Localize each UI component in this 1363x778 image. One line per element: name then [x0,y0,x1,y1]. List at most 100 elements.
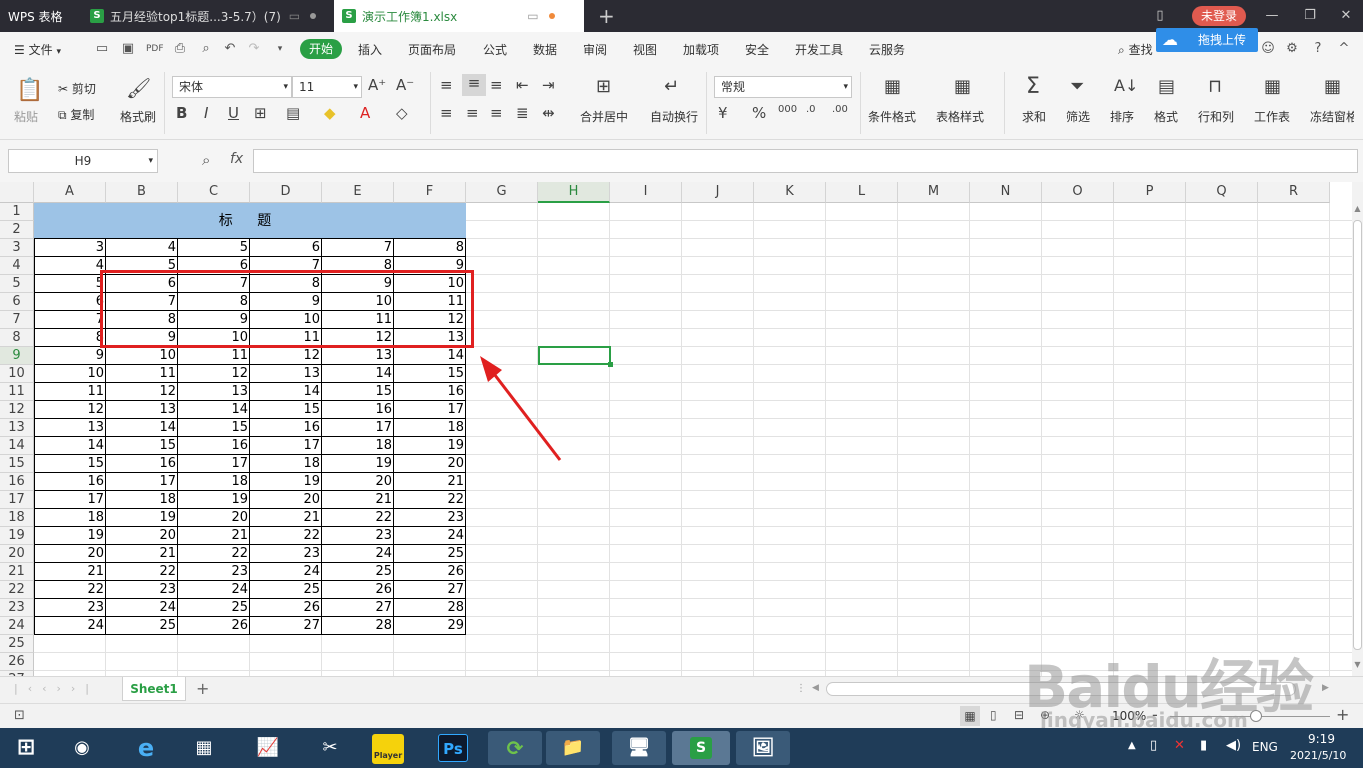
cut-button[interactable]: ✂ 剪切 [58,80,96,97]
login-button[interactable]: 未登录 [1192,6,1246,26]
table-cell[interactable]: 27 [322,599,394,617]
row-header-5[interactable]: 5 [0,275,34,293]
wps-spreadsheet-icon[interactable]: S [672,731,730,765]
table-cell[interactable]: 10 [34,365,106,383]
table-cell[interactable]: 8 [34,329,106,347]
macro-icon[interactable]: ⊡ [14,708,25,723]
table-cell[interactable]: 20 [178,509,250,527]
table-cell[interactable]: 14 [250,383,322,401]
row-header-12[interactable]: 12 [0,401,34,419]
row-header-21[interactable]: 21 [0,563,34,581]
table-cell[interactable]: 24 [34,617,106,635]
table-cell[interactable]: 13 [34,419,106,437]
align-left-icon[interactable]: ≡ [440,104,453,122]
column-header-i[interactable]: I [610,182,682,203]
table-cell[interactable]: 15 [178,419,250,437]
file-menu[interactable]: ☰ 文件 ▾ [14,41,61,58]
justify-icon[interactable]: ≣ [516,104,529,122]
row-header-8[interactable]: 8 [0,329,34,347]
settings-icon[interactable]: ⚙ [1284,41,1300,57]
pdf-icon[interactable]: PDF [146,41,164,57]
table-cell[interactable]: 16 [34,473,106,491]
clock-time[interactable]: 9:19 [1308,732,1335,746]
table-cell[interactable]: 14 [178,401,250,419]
sum-icon[interactable]: Σ [1026,74,1040,99]
worksheet-icon[interactable]: ▦ [1264,76,1281,97]
increase-decimal-icon[interactable]: .0 [806,104,816,115]
tab-developer[interactable]: 开发工具 [795,41,843,58]
table-cell[interactable]: 6 [34,293,106,311]
row-col-icon[interactable]: ⊓ [1208,76,1222,97]
vertical-scrollbar[interactable]: ▲ ▼ [1352,182,1363,676]
sort-icon[interactable]: A↓ [1114,76,1138,95]
table-cell[interactable]: 19 [178,491,250,509]
tab-formula[interactable]: 公式 [483,41,507,58]
row-col-button[interactable]: 行和列 [1198,108,1234,125]
table-cell[interactable]: 26 [394,563,466,581]
table-cell[interactable]: 19 [250,473,322,491]
table-cell[interactable]: 14 [322,365,394,383]
scroll-thumb[interactable] [1353,220,1362,650]
row-header-23[interactable]: 23 [0,599,34,617]
open-folder-icon[interactable]: ▭ [94,41,110,57]
paste-icon[interactable]: 📋 [16,78,43,103]
table-cell[interactable]: 15 [394,365,466,383]
merged-title-cell[interactable]: 标 题 [34,203,466,239]
font-size-select[interactable]: 11 ▾ [292,76,362,98]
table-cell[interactable]: 24 [394,527,466,545]
file-explorer-icon[interactable]: 📁 [546,731,600,765]
table-cell[interactable]: 21 [34,563,106,581]
table-cell[interactable]: 23 [178,563,250,581]
corner-select-all[interactable] [0,182,34,203]
table-cell[interactable]: 25 [394,545,466,563]
photoshop-icon[interactable]: Ps [438,734,468,762]
table-cell[interactable]: 23 [34,599,106,617]
column-header-e[interactable]: E [322,182,394,203]
table-cell[interactable]: 6 [250,239,322,257]
collapse-icon[interactable]: ^ [1336,41,1352,57]
row-header-11[interactable]: 11 [0,383,34,401]
redo-icon[interactable]: ↷ [246,41,262,57]
table-cell[interactable]: 14 [394,347,466,365]
align-top-icon[interactable]: ≡ [440,76,453,94]
align-middle-icon[interactable]: ≡ [462,74,486,96]
table-cell[interactable]: 21 [394,473,466,491]
column-header-g[interactable]: G [466,182,538,203]
table-cell[interactable]: 5 [34,275,106,293]
table-cell[interactable]: 23 [250,545,322,563]
underline-icon[interactable]: U [228,104,239,122]
row-header-14[interactable]: 14 [0,437,34,455]
filter-button[interactable]: 筛选 [1066,108,1090,125]
sheet-nav-icon[interactable]: |‹‹››| [14,682,99,695]
table-cell[interactable]: 17 [106,473,178,491]
input-language[interactable]: ENG [1252,740,1278,754]
table-cell[interactable]: 21 [322,491,394,509]
wrap-text-icon[interactable]: ↵ [664,76,679,97]
scroll-right-icon[interactable]: ▶ [1322,683,1329,693]
tab-start[interactable]: 开始 [300,39,342,59]
indent-decrease-icon[interactable]: ⇤ [516,76,529,94]
row-header-13[interactable]: 13 [0,419,34,437]
table-cell[interactable]: 20 [394,455,466,473]
tray-expand-icon[interactable]: ▲ [1128,740,1136,751]
format-button[interactable]: 格式 [1154,108,1178,125]
column-header-k[interactable]: K [754,182,826,203]
table-cell[interactable]: 15 [106,437,178,455]
minimize-icon[interactable]: — [1262,6,1282,26]
hscroll-separator-icon[interactable]: ⋮ [796,683,806,694]
table-cell[interactable]: 11 [178,347,250,365]
table-cell[interactable]: 14 [34,437,106,455]
row-header-19[interactable]: 19 [0,527,34,545]
row-header-16[interactable]: 16 [0,473,34,491]
row-header-3[interactable]: 3 [0,239,34,257]
formula-input[interactable] [253,149,1358,173]
find-button[interactable]: ⌕ 查找 [1118,41,1153,58]
row-header-17[interactable]: 17 [0,491,34,509]
tray-network-icon[interactable]: ✕ [1174,738,1185,753]
table-cell[interactable]: 27 [250,617,322,635]
column-header-j[interactable]: J [682,182,754,203]
table-cell[interactable]: 24 [106,599,178,617]
freeze-icon[interactable]: ▦ [1324,76,1341,97]
wrap-text-button[interactable]: 自动换行 [650,108,698,125]
zoom-in-button[interactable]: + [1336,705,1349,724]
